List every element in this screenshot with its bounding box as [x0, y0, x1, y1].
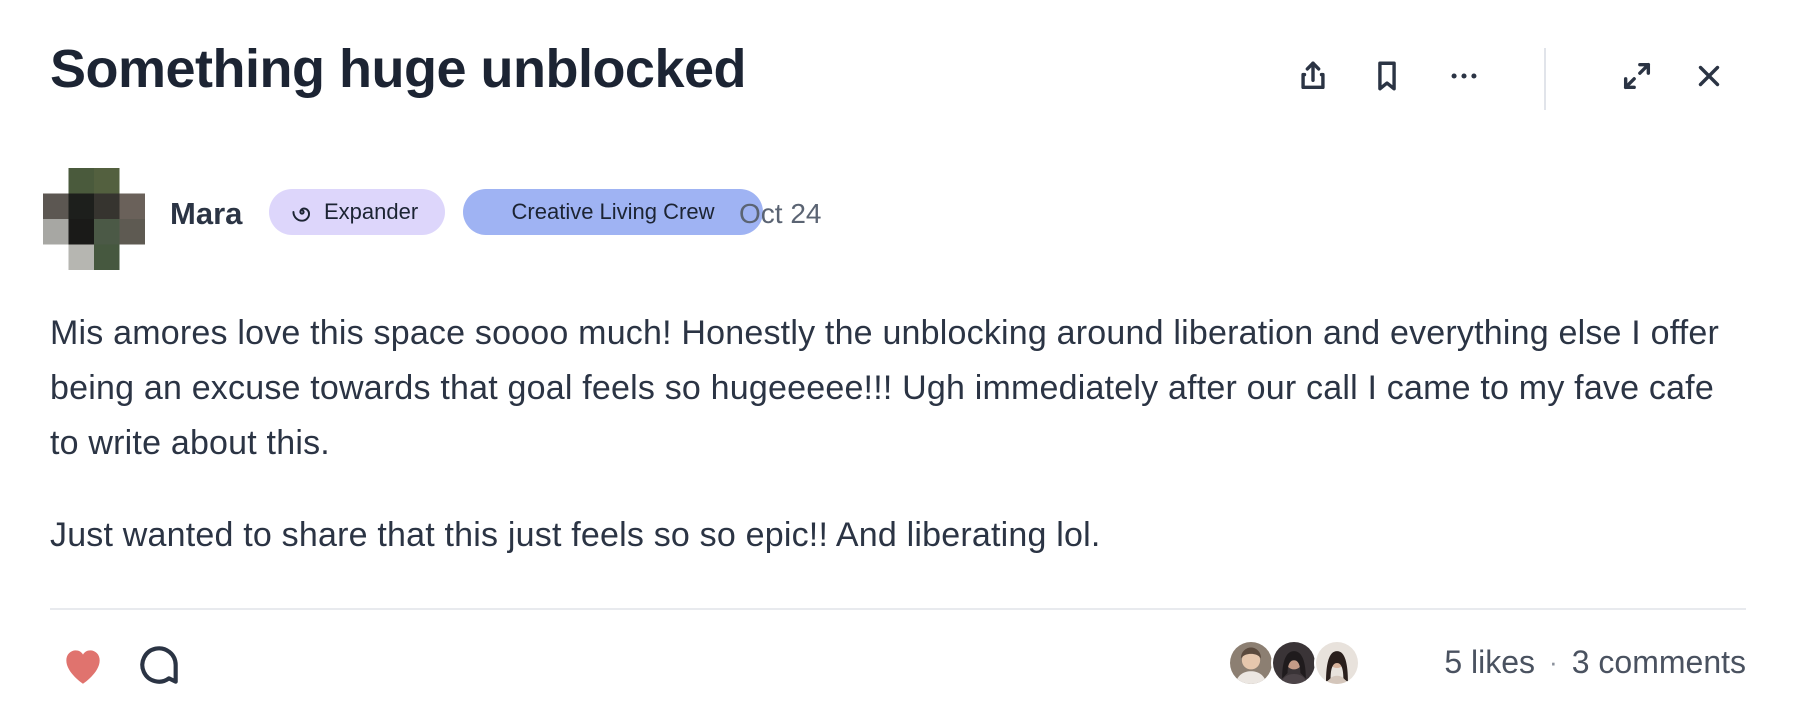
post-actions: [58, 640, 198, 690]
share-icon: [1301, 61, 1325, 90]
membership-badge: Expander: [269, 189, 445, 235]
pixelated-avatar: [43, 168, 145, 270]
avatar-image: [1316, 642, 1358, 684]
comment-icon: [140, 646, 178, 684]
post-stats: 5 likes · 3 comments: [1226, 638, 1746, 690]
post-date: Oct 24: [739, 198, 822, 229]
author-row: Mara Expander Creative Living Crew Oct 2…: [43, 168, 943, 270]
avatar-image: [1273, 642, 1315, 684]
post-counts: 5 likes · 3 comments: [1444, 644, 1746, 681]
expand-icon: [1623, 62, 1651, 90]
avatar: [1228, 640, 1274, 686]
membership-badge-label: Expander: [324, 199, 419, 224]
post-paragraph: Just wanted to share that this just feel…: [50, 516, 1101, 554]
close-button[interactable]: [1685, 52, 1733, 100]
bookmark-button[interactable]: [1363, 52, 1411, 100]
close-icon: [1698, 65, 1720, 87]
avatar-image: [1230, 642, 1272, 684]
avatar: [1271, 640, 1317, 686]
more-options-button[interactable]: [1440, 52, 1488, 100]
more-icon: [1451, 73, 1477, 79]
author-avatar[interactable]: [43, 168, 145, 270]
post-toolbar: [1276, 40, 1796, 112]
heart-icon: [66, 650, 100, 684]
group-badge[interactable]: Creative Living Crew: [463, 189, 763, 235]
liker-avatars[interactable]: [1226, 640, 1366, 688]
author-name[interactable]: Mara: [170, 196, 242, 232]
post-body: Mis amores love this space soooo much! H…: [50, 306, 1750, 600]
post-title: Something huge unblocked: [50, 39, 747, 99]
spiral-icon: [289, 199, 315, 225]
bookmark-icon: [1378, 61, 1396, 91]
footer-divider: [50, 608, 1746, 610]
post-modal: Something huge unblocked Mara Expander C…: [0, 0, 1796, 728]
avatar: [1314, 640, 1360, 686]
post-paragraph: Mis amores love this space soooo much! H…: [50, 314, 1720, 462]
comment-button[interactable]: [134, 640, 184, 690]
likes-count[interactable]: 5 likes: [1444, 644, 1535, 681]
comments-count[interactable]: 3 comments: [1572, 644, 1746, 681]
group-badge-label: Creative Living Crew: [511, 199, 715, 224]
like-button[interactable]: [58, 640, 108, 690]
stats-separator: ·: [1549, 647, 1558, 677]
toolbar-divider: [1544, 48, 1546, 110]
expand-button[interactable]: [1613, 52, 1661, 100]
share-button[interactable]: [1289, 52, 1337, 100]
